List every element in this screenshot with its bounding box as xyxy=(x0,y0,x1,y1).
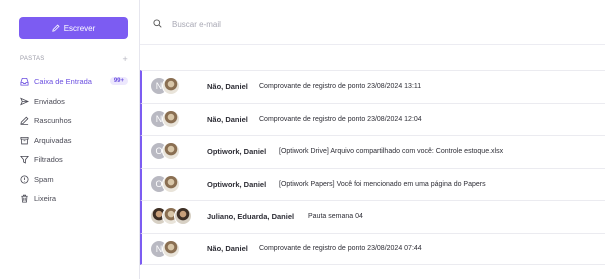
sidebar-item-spam[interactable]: Spam xyxy=(20,172,128,186)
sidebar-item-archived[interactable]: Arquivadas xyxy=(20,133,128,147)
unread-badge: 99+ xyxy=(109,77,128,85)
email-list: N Não, Daniel Comprovante de registro de… xyxy=(140,70,605,265)
avatar-group: N xyxy=(150,239,200,260)
sidebar-item-trash[interactable]: Lixeira xyxy=(20,191,128,205)
email-subject: [Optiwork Papers] Você foi mencionado em… xyxy=(279,180,486,188)
folders-header: PASTAS + xyxy=(20,54,128,64)
pencil-icon xyxy=(20,116,29,125)
email-subject: [Optiwork Drive] Arquivo compartilhado c… xyxy=(279,148,504,156)
sidebar-item-label: Caixa de Entrada xyxy=(34,76,92,86)
avatar-group xyxy=(150,207,200,227)
sidebar-item-label: Rascunhos xyxy=(34,115,72,125)
email-row[interactable]: N Não, Daniel Comprovante de registro de… xyxy=(140,102,605,135)
avatar-group: N xyxy=(150,77,200,97)
sidebar-item-drafts[interactable]: Rascunhos xyxy=(20,113,128,127)
compose-button[interactable]: Escrever xyxy=(19,17,128,39)
avatar xyxy=(162,77,180,95)
sidebar-item-label: Enviados xyxy=(34,96,65,106)
email-subject: Comprovante de registro de ponto 23/08/2… xyxy=(259,115,422,123)
email-row[interactable]: O Optiwork, Daniel [Optiwork Papers] Voc… xyxy=(140,167,605,200)
inbox-icon xyxy=(20,77,29,86)
email-row[interactable]: O Optiwork, Daniel [Optiwork Drive] Arqu… xyxy=(140,135,605,168)
search-input[interactable] xyxy=(170,15,374,33)
email-row[interactable]: Juliano, Eduarda, Daniel Pauta semana 04 xyxy=(140,200,605,233)
filter-icon xyxy=(20,155,29,164)
email-sender: Não, Daniel xyxy=(207,244,248,254)
sidebar-item-inbox[interactable]: Caixa de Entrada 99+ xyxy=(20,74,128,88)
sidebar-item-label: Filtrados xyxy=(34,154,63,164)
search-bar xyxy=(140,0,605,45)
email-sender: Não, Daniel xyxy=(207,114,248,124)
archive-icon xyxy=(20,136,29,144)
sidebar-item-filtered[interactable]: Filtrados xyxy=(20,152,128,166)
sidebar: Escrever PASTAS + Caixa de Entrada 99+ E… xyxy=(0,0,140,279)
sidebar-item-label: Lixeira xyxy=(34,193,57,203)
avatar xyxy=(162,109,180,128)
avatar-group: N xyxy=(150,109,200,130)
email-sender: Juliano, Eduarda, Daniel xyxy=(207,212,295,222)
compose-label: Escrever xyxy=(63,23,96,33)
pencil-icon xyxy=(51,24,60,32)
email-subject: Pauta semana 04 xyxy=(308,213,363,221)
avatar-group: O xyxy=(150,142,200,162)
avatar xyxy=(174,207,192,225)
sidebar-item-label: Spam xyxy=(34,174,54,184)
search-icon xyxy=(153,19,162,28)
avatar-group: O xyxy=(150,174,200,195)
sidebar-item-sent[interactable]: Enviados xyxy=(20,94,128,108)
folders-title: PASTAS xyxy=(20,56,45,62)
email-sender: Optiwork, Daniel xyxy=(207,147,267,157)
avatar xyxy=(162,239,180,258)
sidebar-item-label: Arquivadas xyxy=(34,135,72,145)
email-row[interactable]: N Não, Daniel Comprovante de registro de… xyxy=(140,70,605,103)
trash-icon xyxy=(21,194,28,203)
add-folder-button[interactable]: + xyxy=(122,54,128,64)
email-sender: Não, Daniel xyxy=(207,82,248,92)
avatar xyxy=(162,142,180,160)
email-subject: Comprovante de registro de ponto 23/08/2… xyxy=(259,83,422,91)
email-sender: Optiwork, Daniel xyxy=(207,179,267,189)
email-row[interactable]: N Não, Daniel Comprovante de registro de… xyxy=(140,232,605,265)
alert-icon xyxy=(20,174,29,184)
send-icon xyxy=(20,97,29,105)
email-subject: Comprovante de registro de ponto 23/08/2… xyxy=(259,245,422,253)
avatar xyxy=(162,174,180,193)
